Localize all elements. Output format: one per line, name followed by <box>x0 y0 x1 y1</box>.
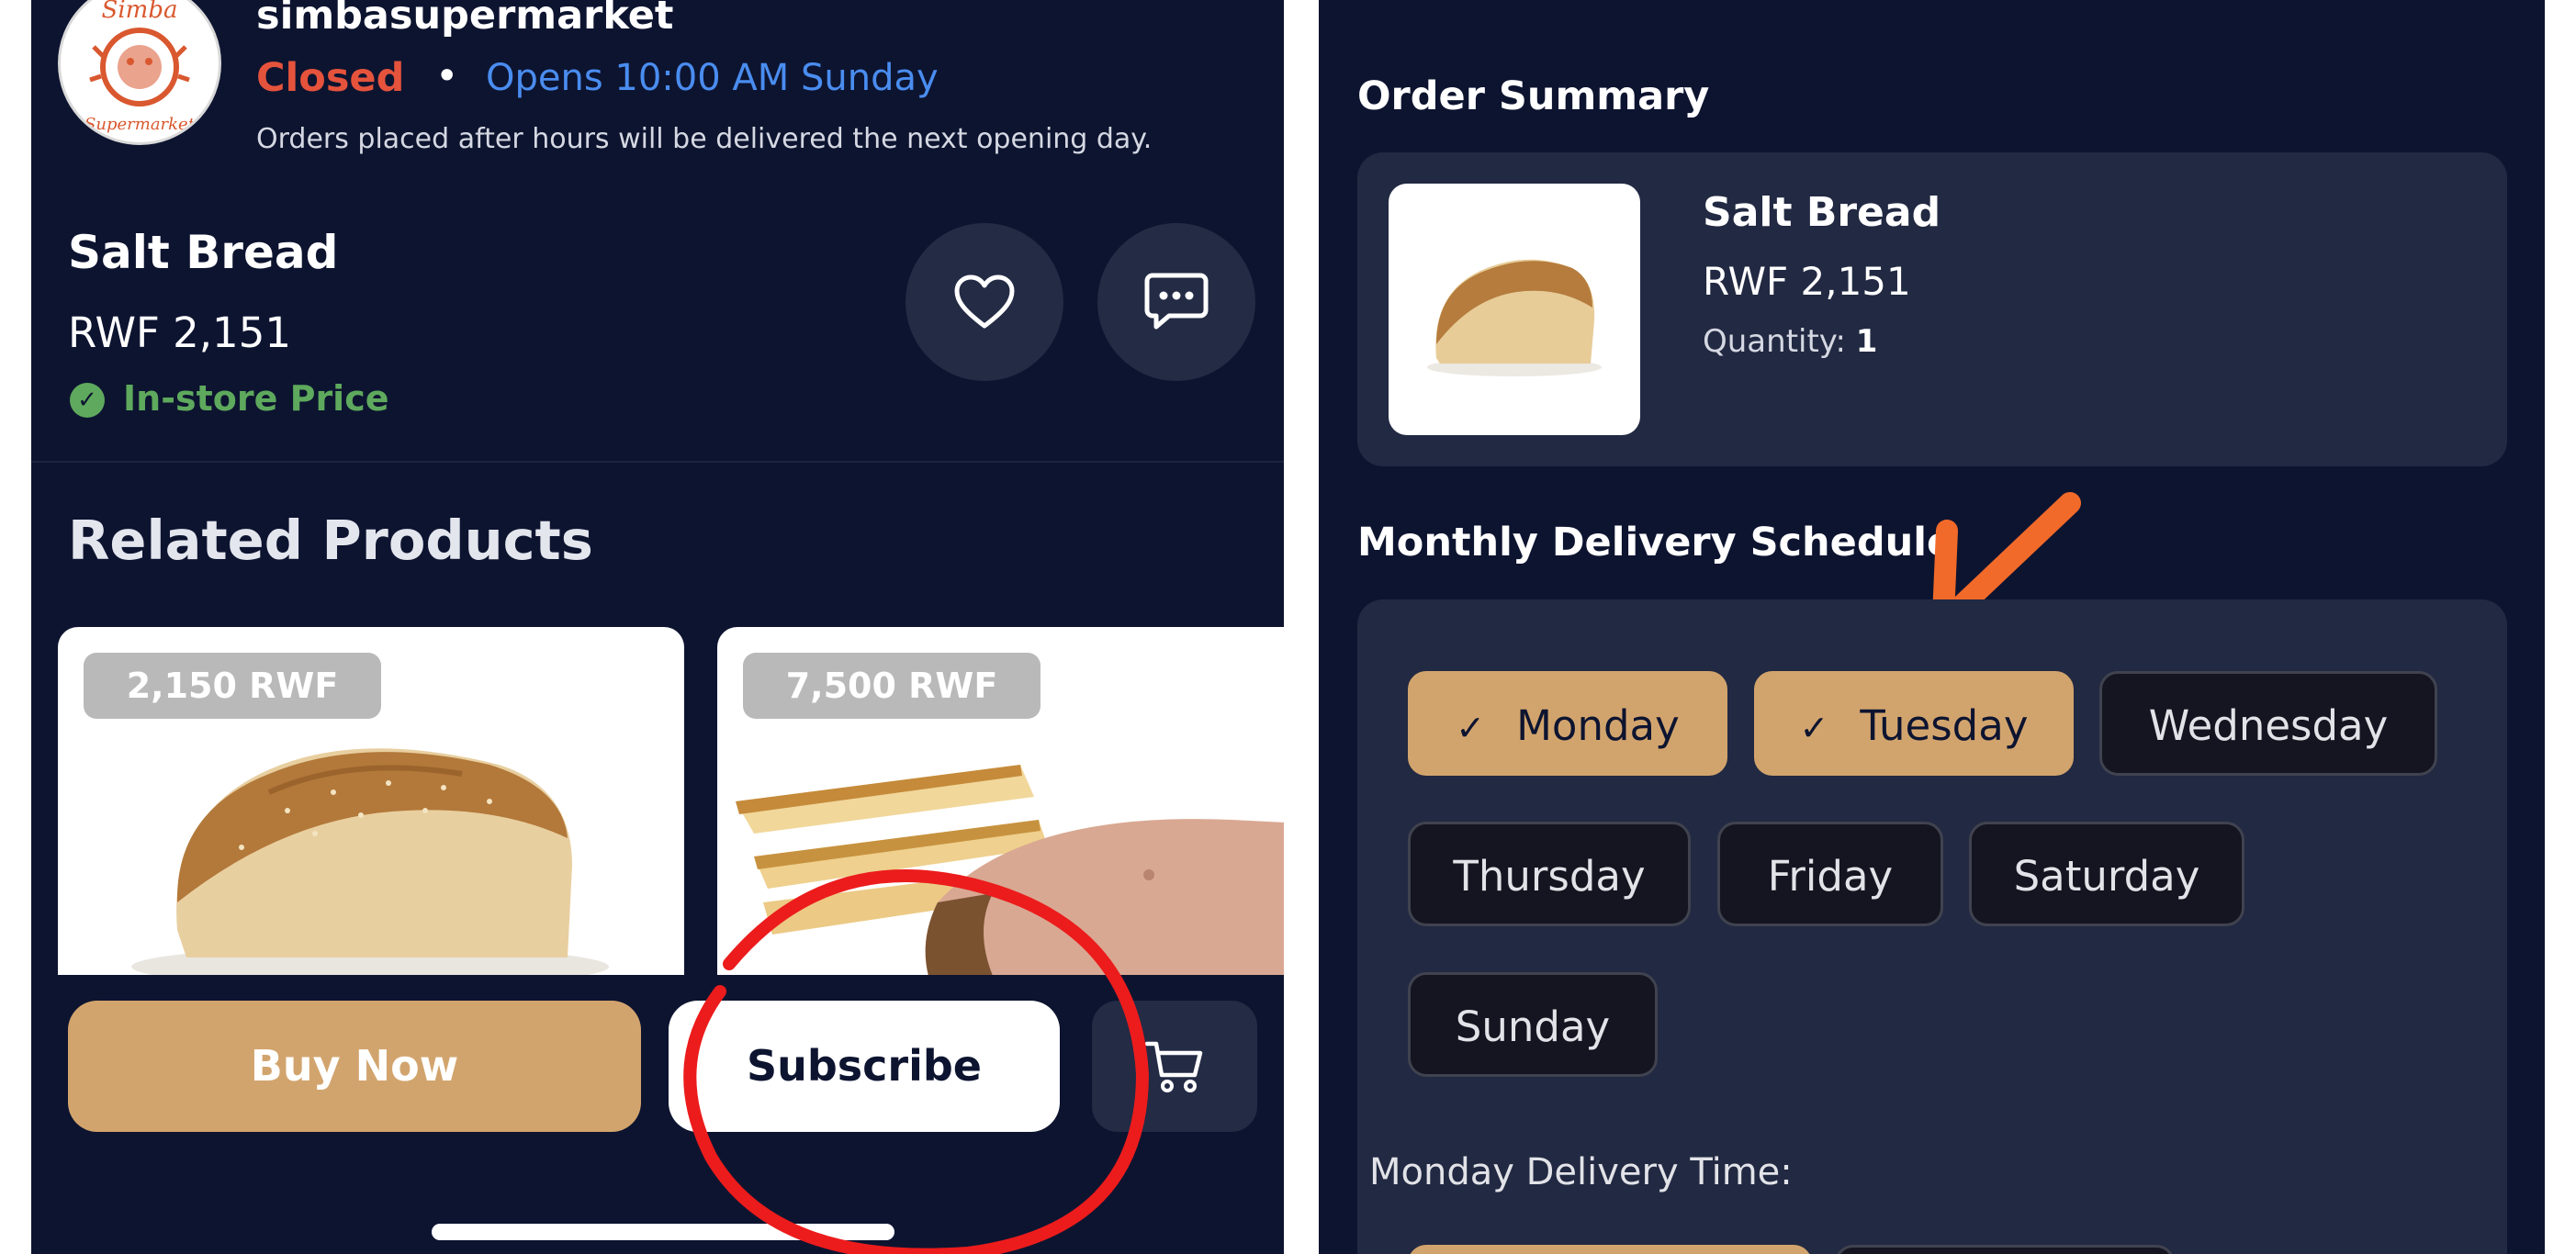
day-label: Monday <box>1516 701 1680 750</box>
related-product-card[interactable]: 2,150 RWF <box>58 627 684 976</box>
after-hours-note: Orders placed after hours will be delive… <box>256 123 1153 155</box>
opening-hours: Opens 10:00 AM Sunday <box>486 57 939 99</box>
summary-product-price: RWF 2,151 <box>1703 259 1911 304</box>
monthly-schedule-title: Monthly Delivery Schedule <box>1357 520 1954 565</box>
check-circle-icon: ✓ <box>70 383 105 418</box>
chat-bubble-icon <box>1144 273 1209 330</box>
store-status: Closed <box>256 55 405 101</box>
related-product-price: 2,150 RWF <box>84 653 381 719</box>
status-separator: • <box>435 53 459 99</box>
buy-now-button[interactable]: Buy Now <box>68 1001 641 1132</box>
order-summary-title: Order Summary <box>1357 73 1710 119</box>
day-chip-thursday[interactable]: Thursday <box>1408 822 1691 926</box>
day-chip-sunday[interactable]: Sunday <box>1408 972 1658 1077</box>
check-icon: ✓ <box>1799 708 1829 748</box>
favorite-button[interactable] <box>906 223 1063 381</box>
day-chip-wednesday[interactable]: Wednesday <box>2099 671 2437 776</box>
bread-thumbnail-image <box>1427 259 1602 376</box>
day-chip-friday[interactable]: Friday <box>1717 822 1943 926</box>
cart-icon <box>1145 1041 1203 1092</box>
day-label: Tuesday <box>1860 701 2029 750</box>
time-slot-chip[interactable] <box>1408 1245 1812 1254</box>
check-icon: ✓ <box>1456 708 1486 748</box>
delivery-time-label: Monday Delivery Time: <box>1369 1151 1793 1193</box>
summary-product-name: Salt Bread <box>1703 189 1941 236</box>
quantity-value: 1 <box>1855 323 1878 360</box>
heart-icon <box>954 274 1015 329</box>
product-thumbnail <box>1389 184 1640 435</box>
chat-button[interactable] <box>1097 223 1255 381</box>
day-chip-tuesday[interactable]: ✓ Tuesday <box>1754 671 2074 776</box>
store-logo: Simba Supermarket <box>58 0 221 145</box>
svg-text:Supermarket: Supermarket <box>84 115 196 134</box>
instore-price-badge: ✓ In-store Price <box>70 378 389 419</box>
related-products-title: Related Products <box>68 509 593 572</box>
day-chip-monday[interactable]: ✓ Monday <box>1408 671 1727 776</box>
summary-quantity: Quantity: 1 <box>1703 323 1877 360</box>
product-screen: Simba Supermarket simbasupermarket Close… <box>31 0 1284 1254</box>
instore-price-label: In-store Price <box>123 378 389 419</box>
product-name: Salt Bread <box>68 226 339 279</box>
time-slot-chip[interactable] <box>1835 1245 2175 1254</box>
quantity-label: Quantity: <box>1703 323 1846 360</box>
related-product-price: 7,500 RWF <box>743 653 1041 719</box>
product-price: RWF 2,151 <box>68 308 291 357</box>
divider <box>31 461 1284 463</box>
svg-text:Simba: Simba <box>102 0 178 24</box>
day-chip-saturday[interactable]: Saturday <box>1969 822 2244 926</box>
subscription-screen: Order Summary Salt Bread RWF 2,151 Quant… <box>1319 0 2545 1254</box>
annotation-circle <box>683 869 1150 1254</box>
store-name[interactable]: simbasupermarket <box>256 0 673 39</box>
order-summary-card: Salt Bread RWF 2,151 Quantity: 1 <box>1357 152 2507 466</box>
